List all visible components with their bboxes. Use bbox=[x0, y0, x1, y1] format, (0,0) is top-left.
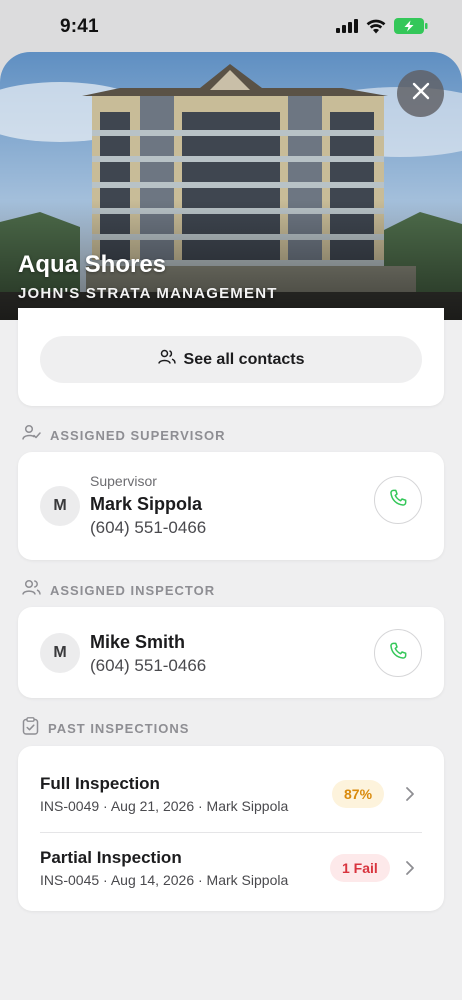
inspection-meta: INS-0045 · Aug 14, 2026 · Mark Sippola bbox=[40, 872, 289, 888]
call-inspector-button[interactable] bbox=[374, 629, 422, 677]
supervisor-phone: (604) 551-0466 bbox=[90, 518, 207, 537]
close-button[interactable] bbox=[397, 70, 444, 117]
inspector-section-label: ASSIGNED INSPECTOR bbox=[50, 582, 216, 598]
see-all-contacts-button[interactable]: See all contacts bbox=[40, 336, 422, 383]
avatar: M bbox=[40, 633, 80, 673]
phone-icon bbox=[388, 641, 408, 666]
clipboard-icon bbox=[22, 717, 39, 740]
inspection-title: Partial Inspection bbox=[40, 848, 182, 867]
inspector-icon bbox=[22, 579, 41, 601]
supervisor-name: Mark Sippola bbox=[90, 494, 203, 514]
inspection-row-partial[interactable]: Partial Inspection INS-0045 · Aug 14, 20… bbox=[18, 832, 444, 906]
chevron-right-icon bbox=[405, 786, 415, 807]
see-all-contacts-label: See all contacts bbox=[183, 350, 305, 368]
inspector-section-header: ASSIGNED INSPECTOR bbox=[22, 579, 215, 601]
supervisor-card: M Supervisor Mark Sippola (604) 551-0466 bbox=[18, 452, 444, 560]
inspector-phone: (604) 551-0466 bbox=[90, 656, 207, 675]
supervisor-section-label: ASSIGNED SUPERVISOR bbox=[50, 427, 226, 443]
inspection-row-full[interactable]: Full Inspection INS-0049 · Aug 21, 2026 … bbox=[18, 758, 444, 832]
wifi-icon bbox=[366, 19, 386, 39]
inspection-title: Full Inspection bbox=[40, 774, 160, 793]
inspector-card: M Mike Smith (604) 551-0466 bbox=[18, 607, 444, 698]
management-company: JOHN'S STRATA MANAGEMENT bbox=[18, 285, 278, 302]
property-hero: Aqua Shores JOHN'S STRATA MANAGEMENT bbox=[0, 52, 462, 320]
supervisor-icon bbox=[22, 424, 41, 446]
avatar: M bbox=[40, 486, 80, 526]
signal-icon bbox=[336, 19, 358, 38]
property-sheet: Aqua Shores JOHN'S STRATA MANAGEMENT See… bbox=[0, 52, 462, 1000]
inspector-name: Mike Smith bbox=[90, 632, 186, 652]
past-inspections-card: Full Inspection INS-0049 · Aug 21, 2026 … bbox=[18, 746, 444, 911]
inspection-fail-badge: 1 Fail bbox=[330, 854, 390, 882]
status-bar: 9:41 bbox=[0, 0, 462, 52]
chevron-right-icon bbox=[405, 860, 415, 881]
inspection-meta: INS-0049 · Aug 21, 2026 · Mark Sippola bbox=[40, 798, 289, 814]
close-icon bbox=[412, 82, 430, 105]
property-name: Aqua Shores bbox=[18, 251, 167, 278]
phone-icon bbox=[388, 488, 408, 513]
contacts-icon bbox=[157, 349, 176, 370]
inspection-score-badge: 87% bbox=[332, 780, 385, 808]
battery-charging-icon bbox=[394, 18, 428, 39]
past-inspections-header: PAST INSPECTIONS bbox=[22, 717, 189, 740]
status-time: 9:41 bbox=[60, 16, 99, 37]
status-icons bbox=[336, 18, 428, 39]
contacts-card: See all contacts bbox=[18, 308, 444, 406]
past-inspections-label: PAST INSPECTIONS bbox=[48, 721, 190, 736]
supervisor-role-label: Supervisor bbox=[90, 473, 157, 489]
call-supervisor-button[interactable] bbox=[374, 476, 422, 524]
supervisor-section-header: ASSIGNED SUPERVISOR bbox=[22, 424, 226, 446]
